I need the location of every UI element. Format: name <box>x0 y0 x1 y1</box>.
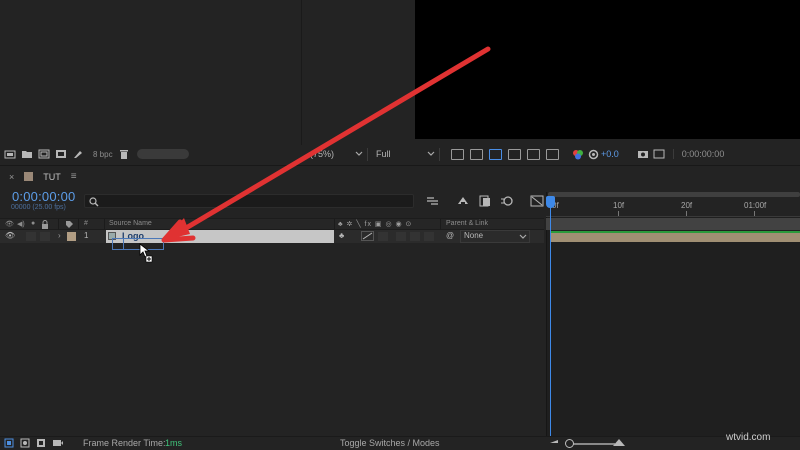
chevron-down-icon <box>355 151 363 156</box>
solo-switch-icon[interactable]: ● <box>31 220 35 227</box>
guides-icon[interactable] <box>508 148 521 160</box>
layer-number: 1 <box>84 231 89 240</box>
timeline-tools <box>426 194 544 207</box>
watermark: wtvid.com <box>726 432 771 443</box>
source-name-header[interactable]: Source Name <box>109 220 152 227</box>
ruler-label: 01:00f <box>744 201 767 210</box>
zoom-value: (75%) <box>310 149 335 159</box>
parent-value: None <box>464 231 484 240</box>
quality-switch[interactable] <box>361 231 374 241</box>
resolution-value: Full <box>376 149 391 159</box>
transparency-grid-icon[interactable] <box>470 148 483 160</box>
rename-edit-handle <box>112 238 124 250</box>
layer-search-input[interactable] <box>84 194 414 208</box>
shy-layers-icon[interactable] <box>456 194 470 207</box>
new-composition-icon[interactable] <box>38 149 50 160</box>
frame-render-time-value: 1ms <box>165 438 183 448</box>
layer-switches-toggle-icon[interactable] <box>4 438 14 450</box>
zoom-dropdown[interactable]: (75%) <box>306 147 368 161</box>
zoom-in-icon[interactable] <box>612 437 626 449</box>
video-switch-icon[interactable]: 👁 <box>5 220 14 228</box>
graph-editor-icon[interactable] <box>530 194 544 207</box>
effects-switch[interactable] <box>378 232 388 241</box>
3d-view-icon[interactable] <box>546 148 559 160</box>
current-time-display[interactable]: 0:00:00:00 <box>12 189 75 204</box>
timeline-tab[interactable]: TUT <box>43 172 61 182</box>
adjustment-switch[interactable] <box>424 232 434 241</box>
lock-toggle[interactable] <box>40 232 50 241</box>
mask-visibility-icon[interactable] <box>489 148 502 160</box>
zoom-out-icon[interactable] <box>549 437 559 447</box>
layer-label-swatch[interactable] <box>67 232 76 241</box>
project-panel <box>0 0 302 163</box>
panel-menu-icon[interactable]: ≡ <box>71 171 77 182</box>
resolution-dropdown[interactable]: Full <box>372 147 440 161</box>
motion-blur-switch[interactable] <box>410 232 420 241</box>
project-footer: 8 bpc <box>0 145 302 163</box>
eye-icon[interactable]: 👁 <box>5 231 15 240</box>
new-folder-icon[interactable] <box>21 149 33 160</box>
trash-icon[interactable] <box>118 149 130 160</box>
frame-count-display: 00000 (25.00 fps) <box>11 204 66 211</box>
frame-blend-switch[interactable] <box>396 232 406 241</box>
audio-switch-icon[interactable]: ◀) <box>17 220 25 228</box>
close-icon[interactable]: × <box>9 172 14 182</box>
playhead-line <box>550 198 551 438</box>
toggle-switches-modes-button[interactable]: Toggle Switches / Modes <box>340 438 440 448</box>
transfer-controls-toggle-icon[interactable] <box>20 438 30 450</box>
mouse-cursor-icon <box>139 243 155 265</box>
safe-margins-icon[interactable] <box>527 148 540 160</box>
expand-arrow-icon[interactable]: › <box>58 231 61 240</box>
render-time-toggle-icon[interactable] <box>52 438 64 450</box>
composition-canvas[interactable] <box>415 0 800 139</box>
layer-column-header: 👁 ◀) ● # Source Name ♣ ✲ ╲ fx ▣ ◎ ◉ ⊙ Pa… <box>0 218 544 231</box>
pen-icon[interactable] <box>72 149 84 160</box>
audio-toggle[interactable] <box>26 232 36 241</box>
project-scrollbar[interactable] <box>136 149 189 159</box>
exposure-value[interactable]: +0.0 <box>601 149 619 159</box>
snapshot-icon[interactable] <box>637 149 649 160</box>
shy-switch-icon[interactable]: ♣ <box>339 231 344 240</box>
viewer-footer: (75%) Full +0.0 0:00:00:00 <box>306 145 800 163</box>
interpret-footage-icon[interactable] <box>4 149 16 160</box>
timeline-tab-row: × TUT ≡ <box>0 165 800 187</box>
exposure-reset-icon[interactable] <box>587 149 599 160</box>
show-snapshot-icon[interactable] <box>653 149 665 160</box>
parent-link-header[interactable]: Parent & Link <box>446 220 488 227</box>
pick-whip-icon[interactable]: @ <box>446 231 454 240</box>
playhead-handle[interactable] <box>546 196 555 208</box>
chevron-down-icon <box>519 234 527 239</box>
timeline-zoom-slider[interactable] <box>570 443 615 445</box>
chevron-down-icon <box>427 151 435 156</box>
layer-number-header: # <box>84 220 88 227</box>
timeline-zoom-knob[interactable] <box>565 439 574 448</box>
frame-render-time-label: Frame Render Time: <box>83 438 166 448</box>
in-out-toggle-icon[interactable] <box>36 438 46 450</box>
composition-flowchart-icon[interactable] <box>426 194 440 207</box>
ruler-label: 10f <box>613 201 625 210</box>
layer-duration-bar[interactable] <box>551 231 800 242</box>
frame-blending-icon[interactable] <box>478 194 492 207</box>
ruler-tick <box>754 211 755 216</box>
region-of-interest-icon[interactable] <box>451 148 464 160</box>
switches-header-icons[interactable]: ♣ ✲ ╲ fx ▣ ◎ ◉ ⊙ <box>338 220 412 228</box>
bpc-label[interactable]: 8 bpc <box>93 150 113 159</box>
search-icon <box>89 196 101 207</box>
ruler-tick <box>618 211 619 216</box>
work-area-bar[interactable] <box>546 218 800 230</box>
project-settings-icon[interactable] <box>55 149 67 160</box>
tab-color-swatch <box>24 172 34 181</box>
viewer-timecode[interactable]: 0:00:00:00 <box>672 149 724 159</box>
color-channels-icon[interactable] <box>572 149 584 160</box>
motion-blur-icon[interactable] <box>500 194 514 207</box>
ruler-label: 20f <box>681 201 693 210</box>
ruler-tick <box>686 211 687 216</box>
